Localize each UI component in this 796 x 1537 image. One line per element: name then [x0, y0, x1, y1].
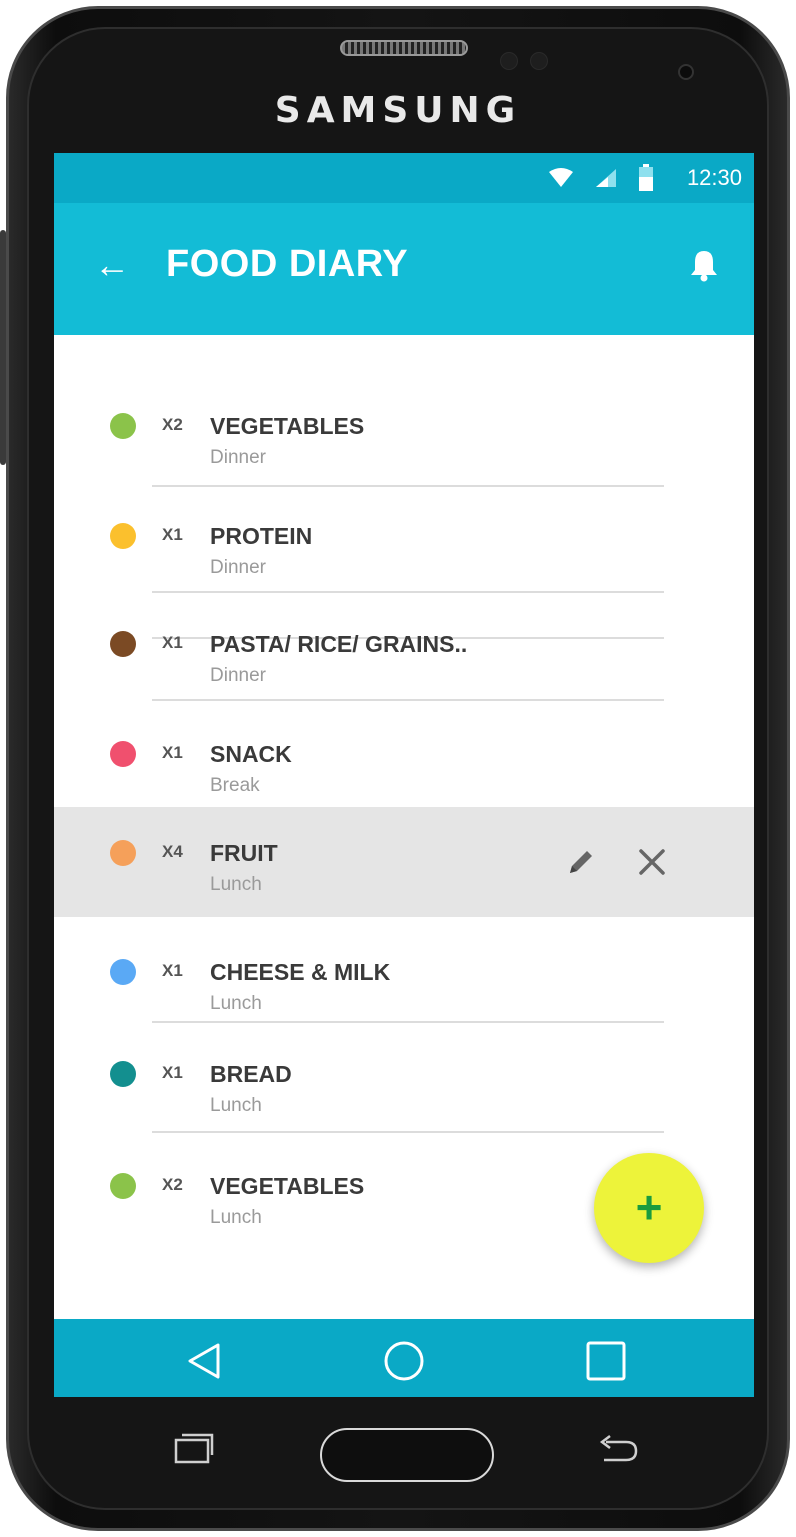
category-dot — [110, 631, 136, 657]
item-meal: Lunch — [210, 1095, 262, 1116]
proximity-sensor — [500, 52, 518, 70]
home-circle-icon[interactable] — [382, 1339, 426, 1383]
status-time: 12:30 — [686, 165, 742, 190]
item-quantity: X4 — [162, 842, 183, 861]
light-sensor — [530, 52, 548, 70]
item-meal: Dinner — [210, 557, 266, 578]
signal-icon — [596, 169, 616, 187]
item-quantity: X1 — [162, 1063, 183, 1082]
hardware-recents-icon[interactable] — [172, 1430, 216, 1466]
front-camera — [678, 64, 694, 80]
list-item-selected[interactable]: X4 FRUIT Lunch — [54, 807, 754, 917]
item-name: SNACK — [210, 741, 292, 767]
item-meal: Dinner — [210, 665, 266, 686]
list-item[interactable]: X1 PROTEIN Dinner — [54, 481, 754, 587]
category-dot — [110, 523, 136, 549]
brand-logo: SAMSUNG — [274, 90, 522, 131]
recents-square-icon[interactable] — [584, 1339, 628, 1383]
category-dot — [110, 959, 136, 985]
category-dot — [110, 1061, 136, 1087]
item-quantity: X1 — [162, 633, 183, 652]
item-meal: Lunch — [210, 1207, 262, 1228]
item-name: PROTEIN — [210, 523, 313, 549]
hardware-back-icon[interactable] — [596, 1432, 640, 1464]
item-name: BREAD — [210, 1061, 292, 1087]
item-name: FRUIT — [210, 840, 278, 866]
divider — [152, 1131, 664, 1133]
category-dot — [110, 741, 136, 767]
item-meal: Break — [210, 775, 260, 796]
divider — [152, 485, 664, 487]
wifi-icon — [549, 168, 573, 187]
page-title: FOOD DIARY — [166, 243, 409, 285]
list-item[interactable]: X1 PASTA/ RICE/ GRAINS.. Dinner — [54, 591, 754, 699]
category-dot — [110, 1173, 136, 1199]
item-name: PASTA/ RICE/ GRAINS.. — [210, 631, 468, 657]
earpiece-speaker — [340, 40, 468, 56]
pencil-icon[interactable] — [564, 845, 598, 879]
item-meal: Lunch — [210, 874, 262, 895]
item-quantity: X1 — [162, 525, 183, 544]
item-name: CHEESE & MILK — [210, 959, 391, 985]
item-quantity: X1 — [162, 961, 183, 980]
volume-button — [0, 230, 6, 465]
hardware-home-button[interactable] — [320, 1428, 494, 1482]
item-quantity: X1 — [162, 743, 183, 762]
item-name: VEGETABLES — [210, 413, 365, 439]
divider — [152, 1021, 664, 1023]
list-item[interactable]: X1 SNACK Break — [54, 701, 754, 807]
close-icon[interactable] — [636, 846, 668, 878]
screen: 12:30 ← FOOD DIARY X2 VEGETABLES Dinner … — [54, 153, 754, 1397]
list-item[interactable]: X1 CHEESE & MILK Lunch — [54, 919, 754, 1027]
divider — [152, 591, 664, 593]
status-bar: 12:30 — [54, 153, 754, 203]
item-meal: Dinner — [210, 447, 266, 468]
arrow-left-icon[interactable]: ← — [94, 245, 130, 285]
divider — [152, 699, 664, 701]
item-quantity: X2 — [162, 1175, 183, 1194]
battery-icon — [639, 164, 653, 191]
list-item[interactable]: X1 BREAD Lunch — [54, 1027, 754, 1135]
add-entry-button[interactable]: + — [594, 1153, 704, 1263]
item-name: VEGETABLES — [210, 1173, 365, 1199]
back-triangle-icon[interactable] — [182, 1339, 226, 1383]
item-quantity: X2 — [162, 415, 183, 434]
bell-icon[interactable] — [689, 248, 719, 282]
system-nav-bar — [54, 1319, 754, 1397]
list-item[interactable]: X2 VEGETABLES Dinner — [54, 373, 754, 479]
app-bar: ← FOOD DIARY — [54, 203, 754, 335]
item-meal: Lunch — [210, 993, 262, 1014]
category-dot — [110, 840, 136, 866]
category-dot — [110, 413, 136, 439]
